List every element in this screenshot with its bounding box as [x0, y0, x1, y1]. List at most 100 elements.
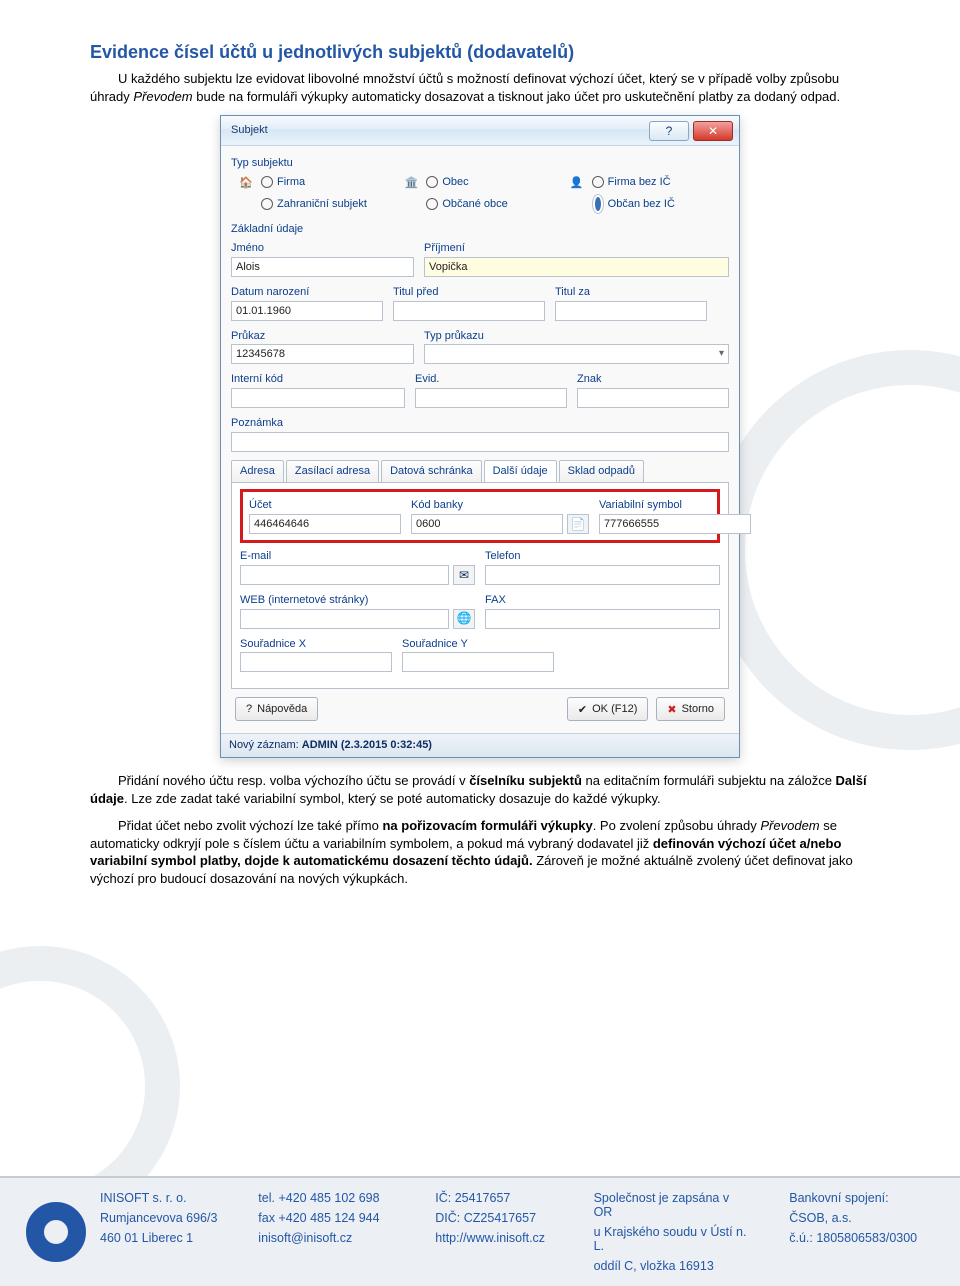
input-evid[interactable]: [415, 388, 567, 408]
tab-dalsi-udaje[interactable]: Další údaje: [484, 460, 557, 482]
text-emphasis: Převodem: [760, 818, 819, 833]
label-titul-pred: Titul před: [393, 285, 545, 300]
subject-dialog: Subjekt ? ✕ Typ subjektu 🏠 Firma 🏛️ Obec…: [220, 115, 740, 758]
radio-label: Zahraniční subjekt: [277, 198, 367, 210]
label-jmeno: Jméno: [231, 241, 414, 256]
footer-address: Rumjancevova 696/3: [100, 1211, 218, 1225]
label-evid: Evid.: [415, 372, 567, 387]
radio-firma-bez-ic[interactable]: [592, 176, 604, 188]
tab-zasilaci-adresa[interactable]: Zasílací adresa: [286, 460, 379, 482]
label-variabilni-symbol: Variabilní symbol: [599, 498, 751, 513]
cross-icon: ✖: [667, 703, 676, 716]
close-icon: ✕: [708, 123, 718, 139]
button-label: Storno: [682, 703, 714, 715]
text-bold: na pořizovacím formuláři výkupky: [382, 818, 592, 833]
close-button[interactable]: ✕: [693, 121, 733, 141]
input-prijmeni[interactable]: [424, 257, 729, 277]
help-button[interactable]: ?: [649, 121, 689, 141]
status-bar: Nový záznam: ADMIN (2.3.2015 0:32:45): [221, 733, 739, 757]
input-interni-kod[interactable]: [231, 388, 405, 408]
text: . Po zvolení způsobu úhrady: [593, 818, 761, 833]
label-souradnice-x: Souřadnice X: [240, 637, 392, 652]
label-ucet: Účet: [249, 498, 401, 513]
input-fax[interactable]: [485, 609, 720, 629]
building-icon: 🏛️: [404, 176, 418, 190]
label-titul-za: Titul za: [555, 285, 707, 300]
input-prukaz[interactable]: [231, 344, 414, 364]
text: Přidat účet nebo zvolit výchozí lze také…: [118, 818, 382, 833]
input-datum-narozeni[interactable]: [231, 301, 383, 321]
input-titul-pred[interactable]: [393, 301, 545, 321]
radio-firma[interactable]: [261, 176, 273, 188]
label-fax: FAX: [485, 593, 720, 608]
input-web[interactable]: [240, 609, 449, 629]
tab-sklad-odpadu[interactable]: Sklad odpadů: [559, 460, 644, 482]
input-kod-banky[interactable]: [411, 514, 563, 534]
footer-web: http://www.inisoft.cz: [435, 1231, 553, 1245]
input-poznamka[interactable]: [231, 432, 729, 452]
paragraph-2: Přidání nového účtu resp. volba výchozíh…: [90, 772, 870, 807]
tab-datova-schranka[interactable]: Datová schránka: [381, 460, 482, 482]
footer-fax: fax +420 485 124 944: [258, 1211, 395, 1225]
text: na editačním formuláři subjektu na zálož…: [582, 773, 836, 788]
dialog-title: Subjekt: [231, 123, 268, 138]
footer-email: inisoft@inisoft.cz: [258, 1231, 395, 1245]
label-web: WEB (internetové stránky): [240, 593, 475, 608]
footer-company: INISOFT s. r. o.: [100, 1191, 218, 1205]
ok-button[interactable]: ✔ OK (F12): [567, 697, 648, 721]
note-icon: 📄: [571, 516, 586, 532]
help-button[interactable]: ?Nápověda: [235, 697, 318, 721]
input-jmeno[interactable]: [231, 257, 414, 277]
radio-zahranicni[interactable]: [261, 198, 273, 210]
label-datum-narozeni: Datum narození: [231, 285, 383, 300]
text: Přidání nového účtu resp. volba výchozíh…: [118, 773, 469, 788]
button-label: Nápověda: [257, 703, 307, 715]
label-znak: Znak: [577, 372, 729, 387]
footer-ic: IČ: 25417657: [435, 1191, 553, 1205]
footer-dic: DIČ: CZ25417657: [435, 1211, 553, 1225]
cancel-button[interactable]: ✖ Storno: [656, 697, 725, 721]
radio-label: Firma: [277, 176, 305, 188]
button-label: OK (F12): [592, 703, 637, 715]
building-icon: [239, 197, 253, 211]
input-souradnice-x[interactable]: [240, 652, 392, 672]
radio-obec[interactable]: [426, 176, 438, 188]
text-bold: číselníku subjektů: [469, 773, 582, 788]
input-ucet[interactable]: [249, 514, 401, 534]
person-icon: 👤: [570, 176, 584, 190]
label-prukaz: Průkaz: [231, 329, 414, 344]
radio-obcane-obce[interactable]: [426, 198, 438, 210]
check-icon: ✔: [578, 703, 587, 716]
label-prijmeni: Příjmení: [424, 241, 729, 256]
open-web-button[interactable]: 🌐: [453, 609, 475, 629]
input-znak[interactable]: [577, 388, 729, 408]
select-typ-prukazu[interactable]: [424, 344, 729, 364]
section-type-subject: Typ subjektu: [231, 156, 729, 171]
radio-obcan-bez-ic[interactable]: [592, 194, 604, 214]
input-souradnice-y[interactable]: [402, 652, 554, 672]
tab-adresa[interactable]: Adresa: [231, 460, 284, 482]
label-telefon: Telefon: [485, 549, 720, 564]
footer-registry-1: Společnost je zapsána v OR: [594, 1191, 750, 1219]
envelope-icon: ✉: [459, 567, 469, 583]
input-variabilni-symbol[interactable]: [599, 514, 751, 534]
page-heading: Evidence čísel účtů u jednotlivých subje…: [90, 40, 870, 64]
lookup-bank-button[interactable]: 📄: [567, 514, 589, 534]
radio-label: Obec: [442, 176, 468, 188]
radio-label: Občané obce: [442, 198, 507, 210]
input-email[interactable]: [240, 565, 449, 585]
text-emphasis: Převodem: [133, 89, 192, 104]
input-titul-za[interactable]: [555, 301, 707, 321]
text: . Lze zde zadat také variabilní symbol, …: [124, 791, 661, 806]
status-text: Nový záznam:: [229, 739, 302, 751]
footer-registry-2: u Krajského soudu v Ústí n. L.: [594, 1225, 750, 1253]
radio-label: Občan bez IČ: [608, 198, 675, 210]
page-footer: INISOFT s. r. o. Rumjancevova 696/3 460 …: [0, 1176, 960, 1286]
dialog-titlebar[interactable]: Subjekt ? ✕: [221, 116, 739, 146]
input-telefon[interactable]: [485, 565, 720, 585]
label-email: E-mail: [240, 549, 475, 564]
send-email-button[interactable]: ✉: [453, 565, 475, 585]
label-poznamka: Poznámka: [231, 416, 729, 431]
text: bude na formuláři výkupky automaticky do…: [193, 89, 841, 104]
highlighted-account-area: Účet Kód banky 📄 Variabilní symbol: [240, 489, 720, 543]
